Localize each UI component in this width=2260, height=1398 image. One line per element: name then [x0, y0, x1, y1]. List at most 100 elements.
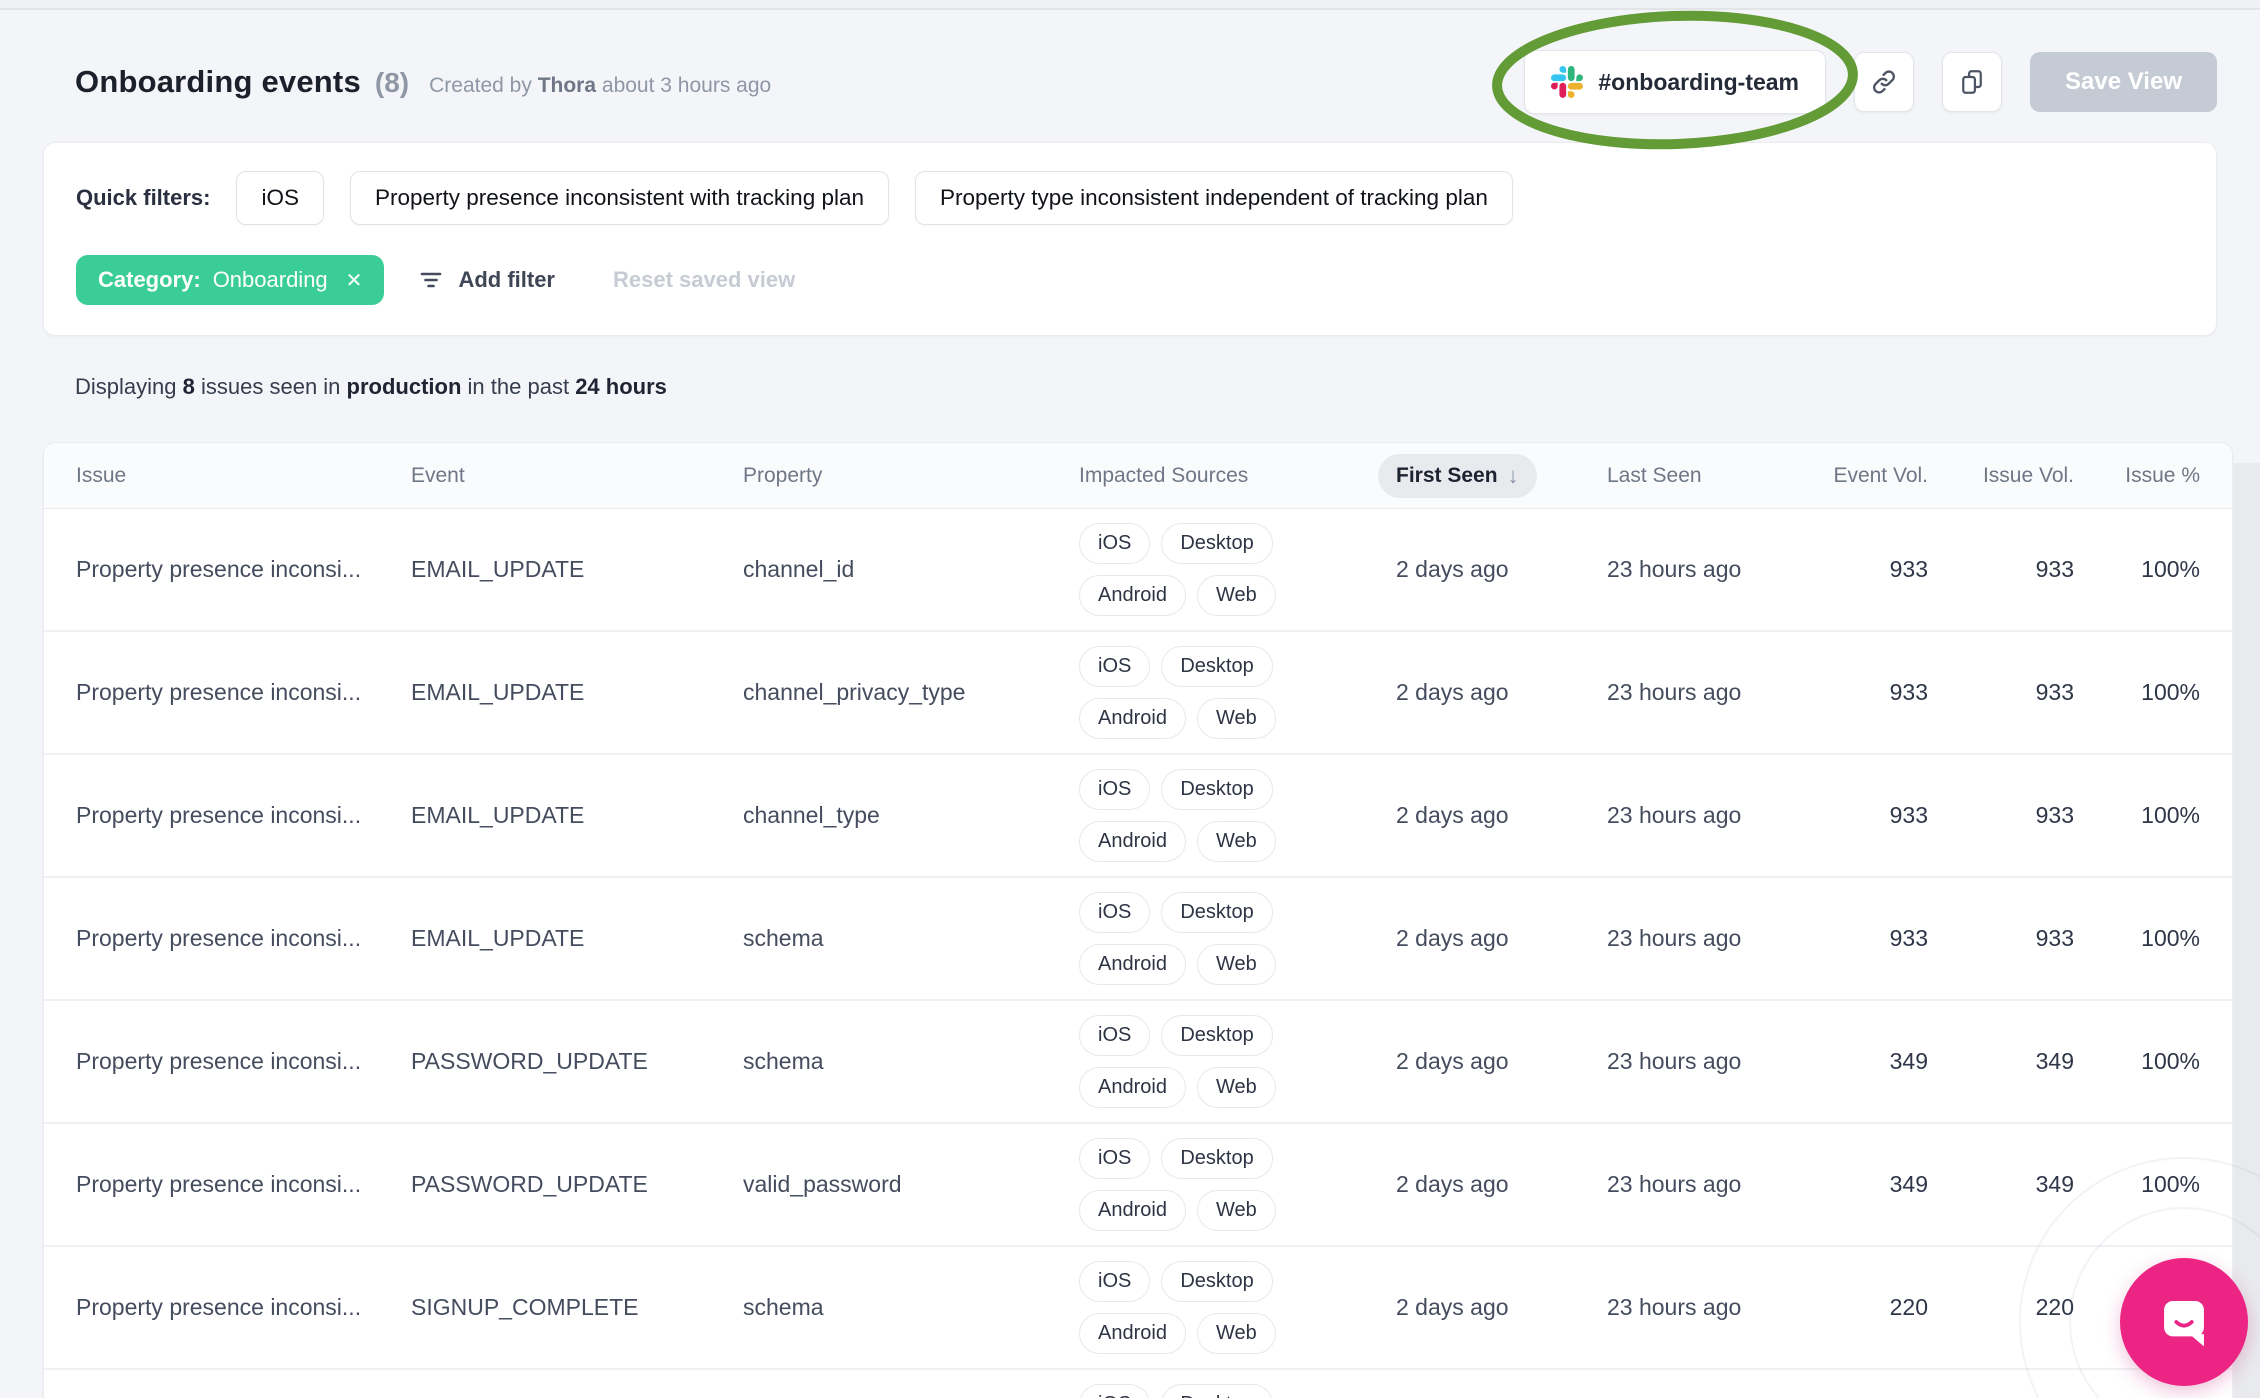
issue-pct-cell: 100% [2141, 1171, 2200, 1197]
issue-cell: Property presence inconsi... [76, 1294, 362, 1320]
source-tag: Web [1196, 698, 1276, 739]
column-header-issue-pct[interactable]: Issue % [2074, 464, 2200, 488]
source-tag: Web [1196, 944, 1276, 985]
impacted-sources-cell: iOSDesktop AndroidWeb [1079, 632, 1396, 753]
column-header-issue[interactable]: Issue [76, 464, 411, 488]
issue-cell: Property presence inconsi... [76, 802, 362, 828]
chip-close-icon[interactable]: ✕ [346, 268, 363, 293]
property-cell: schema [743, 1048, 824, 1074]
add-filter-button[interactable]: Add filter [418, 267, 555, 293]
source-tag: Android [1079, 1313, 1186, 1354]
results-summary: Displaying 8 issues seen in production i… [75, 374, 667, 399]
source-tag: Desktop [1161, 1384, 1273, 1398]
quick-filter-property-presence[interactable]: Property presence inconsistent with trac… [350, 171, 890, 225]
table-header-row: Issue Event Property Impacted Sources Fi… [44, 443, 2232, 509]
impacted-sources-cell: iOSDesktop AndroidWeb [1079, 1124, 1396, 1245]
table-row[interactable]: Property presence inconsi... SIGNUP_COMP… [44, 1245, 2232, 1368]
category-filter-chip[interactable]: Category: Onboarding ✕ [76, 255, 385, 305]
event-vol-cell: 933 [1889, 802, 1928, 828]
table-row[interactable]: Property presence inconsi... PASSWORD_UP… [44, 999, 2232, 1122]
title-block: Onboarding events (8) Created by Thora a… [75, 64, 771, 100]
table-row[interactable]: Property presence inconsi... PASSWORD_UP… [44, 1122, 2232, 1245]
column-header-last-seen[interactable]: Last Seen [1607, 464, 1807, 488]
event-cell: EMAIL_UPDATE [411, 925, 585, 951]
source-tag: iOS [1079, 1384, 1151, 1398]
issue-count-badge: (8) [374, 67, 410, 98]
property-cell: channel_privacy_type [743, 679, 966, 705]
source-tag: Desktop [1161, 1138, 1273, 1179]
source-tag: Android [1079, 698, 1186, 739]
issues-table: Issue Event Property Impacted Sources Fi… [43, 442, 2233, 1398]
last-seen-cell: 23 hours ago [1607, 1294, 1742, 1320]
issue-vol-cell: 349 [2035, 1048, 2074, 1074]
issue-pct-cell: 100% [2141, 925, 2200, 951]
quick-filter-ios[interactable]: iOS [236, 171, 324, 225]
source-tag: Android [1079, 944, 1186, 985]
column-header-issue-vol[interactable]: Issue Vol. [1928, 464, 2074, 488]
event-vol-cell: 933 [1889, 556, 1928, 582]
last-seen-cell: 23 hours ago [1607, 679, 1742, 705]
column-header-event-vol[interactable]: Event Vol. [1807, 464, 1928, 488]
quick-filters-label: Quick filters: [76, 185, 211, 210]
last-seen-cell: 23 hours ago [1607, 556, 1742, 582]
source-tag: Android [1079, 1190, 1186, 1231]
event-vol-cell: 349 [1889, 1171, 1928, 1197]
table-row[interactable]: Property presence inconsi... EMAIL_UPDAT… [44, 876, 2232, 999]
column-header-event[interactable]: Event [411, 464, 743, 488]
column-header-property[interactable]: Property [743, 464, 1079, 488]
source-tag: Desktop [1161, 892, 1273, 933]
last-seen-cell: 23 hours ago [1607, 1048, 1742, 1074]
creator-name: Thora [537, 74, 597, 97]
header-actions: #onboarding-team Save View [1492, 10, 2217, 150]
impacted-sources-cell: iOSDesktop AndroidWeb [1079, 509, 1396, 630]
table-row[interactable]: Property presence inconsi... EMAIL_UPDAT… [44, 753, 2232, 876]
source-tag: iOS [1079, 1138, 1151, 1179]
issue-pct-cell: 100% [2141, 556, 2200, 582]
slack-icon [1551, 66, 1584, 98]
slack-channel-button[interactable]: #onboarding-team [1524, 50, 1827, 114]
issue-vol-cell: 933 [2035, 925, 2074, 951]
issue-pct-cell: 100% [2141, 1048, 2200, 1074]
save-view-button[interactable]: Save View [2030, 52, 2217, 112]
table-row[interactable]: Property presence inconsi... EMAIL_UPDAT… [44, 630, 2232, 753]
issue-pct-cell: 100% [2141, 679, 2200, 705]
first-seen-cell: 2 days ago [1396, 802, 1509, 828]
page-title: Onboarding events [75, 64, 361, 99]
first-seen-cell: 2 days ago [1396, 556, 1509, 582]
event-vol-cell: 933 [1889, 679, 1928, 705]
issue-vol-cell: 220 [2035, 1294, 2074, 1320]
source-tag: iOS [1079, 1261, 1151, 1302]
table-row[interactable]: Property presence inconsi... SIGNUP_STAR… [44, 1368, 2232, 1398]
source-tag: iOS [1079, 892, 1151, 933]
slack-channel-label: #onboarding-team [1598, 68, 1800, 95]
source-tag: Web [1196, 575, 1276, 616]
quick-filter-property-type[interactable]: Property type inconsistent independent o… [915, 171, 1513, 225]
issue-cell: Property presence inconsi... [76, 556, 362, 582]
issue-cell: Property presence inconsi... [76, 679, 362, 705]
event-cell: EMAIL_UPDATE [411, 802, 585, 828]
first-seen-cell: 2 days ago [1396, 1294, 1509, 1320]
copy-link-button[interactable] [1854, 52, 1915, 112]
last-seen-cell: 23 hours ago [1607, 802, 1742, 828]
duplicate-view-button[interactable] [1942, 52, 2003, 112]
source-tag: Desktop [1161, 523, 1273, 564]
source-tag: Android [1079, 1067, 1186, 1108]
source-tag: Desktop [1161, 646, 1273, 687]
reset-saved-view-button[interactable]: Reset saved view [613, 267, 795, 293]
source-tag: Desktop [1161, 1015, 1273, 1056]
first-seen-cell: 2 days ago [1396, 1048, 1509, 1074]
event-cell: PASSWORD_UPDATE [411, 1048, 648, 1074]
source-tag: Android [1079, 821, 1186, 862]
issue-cell: Property presence inconsi... [76, 1171, 362, 1197]
source-tag: iOS [1079, 523, 1151, 564]
first-seen-cell: 2 days ago [1396, 679, 1509, 705]
column-header-impacted-sources[interactable]: Impacted Sources [1079, 464, 1396, 488]
chat-bubble-icon [2153, 1291, 2215, 1353]
issue-vol-cell: 933 [2035, 679, 2074, 705]
chat-widget-button[interactable] [2120, 1258, 2248, 1386]
source-tag: Web [1196, 1313, 1276, 1354]
scrollbar-track[interactable] [2234, 463, 2260, 1398]
table-row[interactable]: Property presence inconsi... EMAIL_UPDAT… [44, 509, 2232, 630]
event-vol-cell: 220 [1889, 1294, 1928, 1320]
column-header-first-seen[interactable]: First Seen ↓ [1378, 453, 1607, 498]
